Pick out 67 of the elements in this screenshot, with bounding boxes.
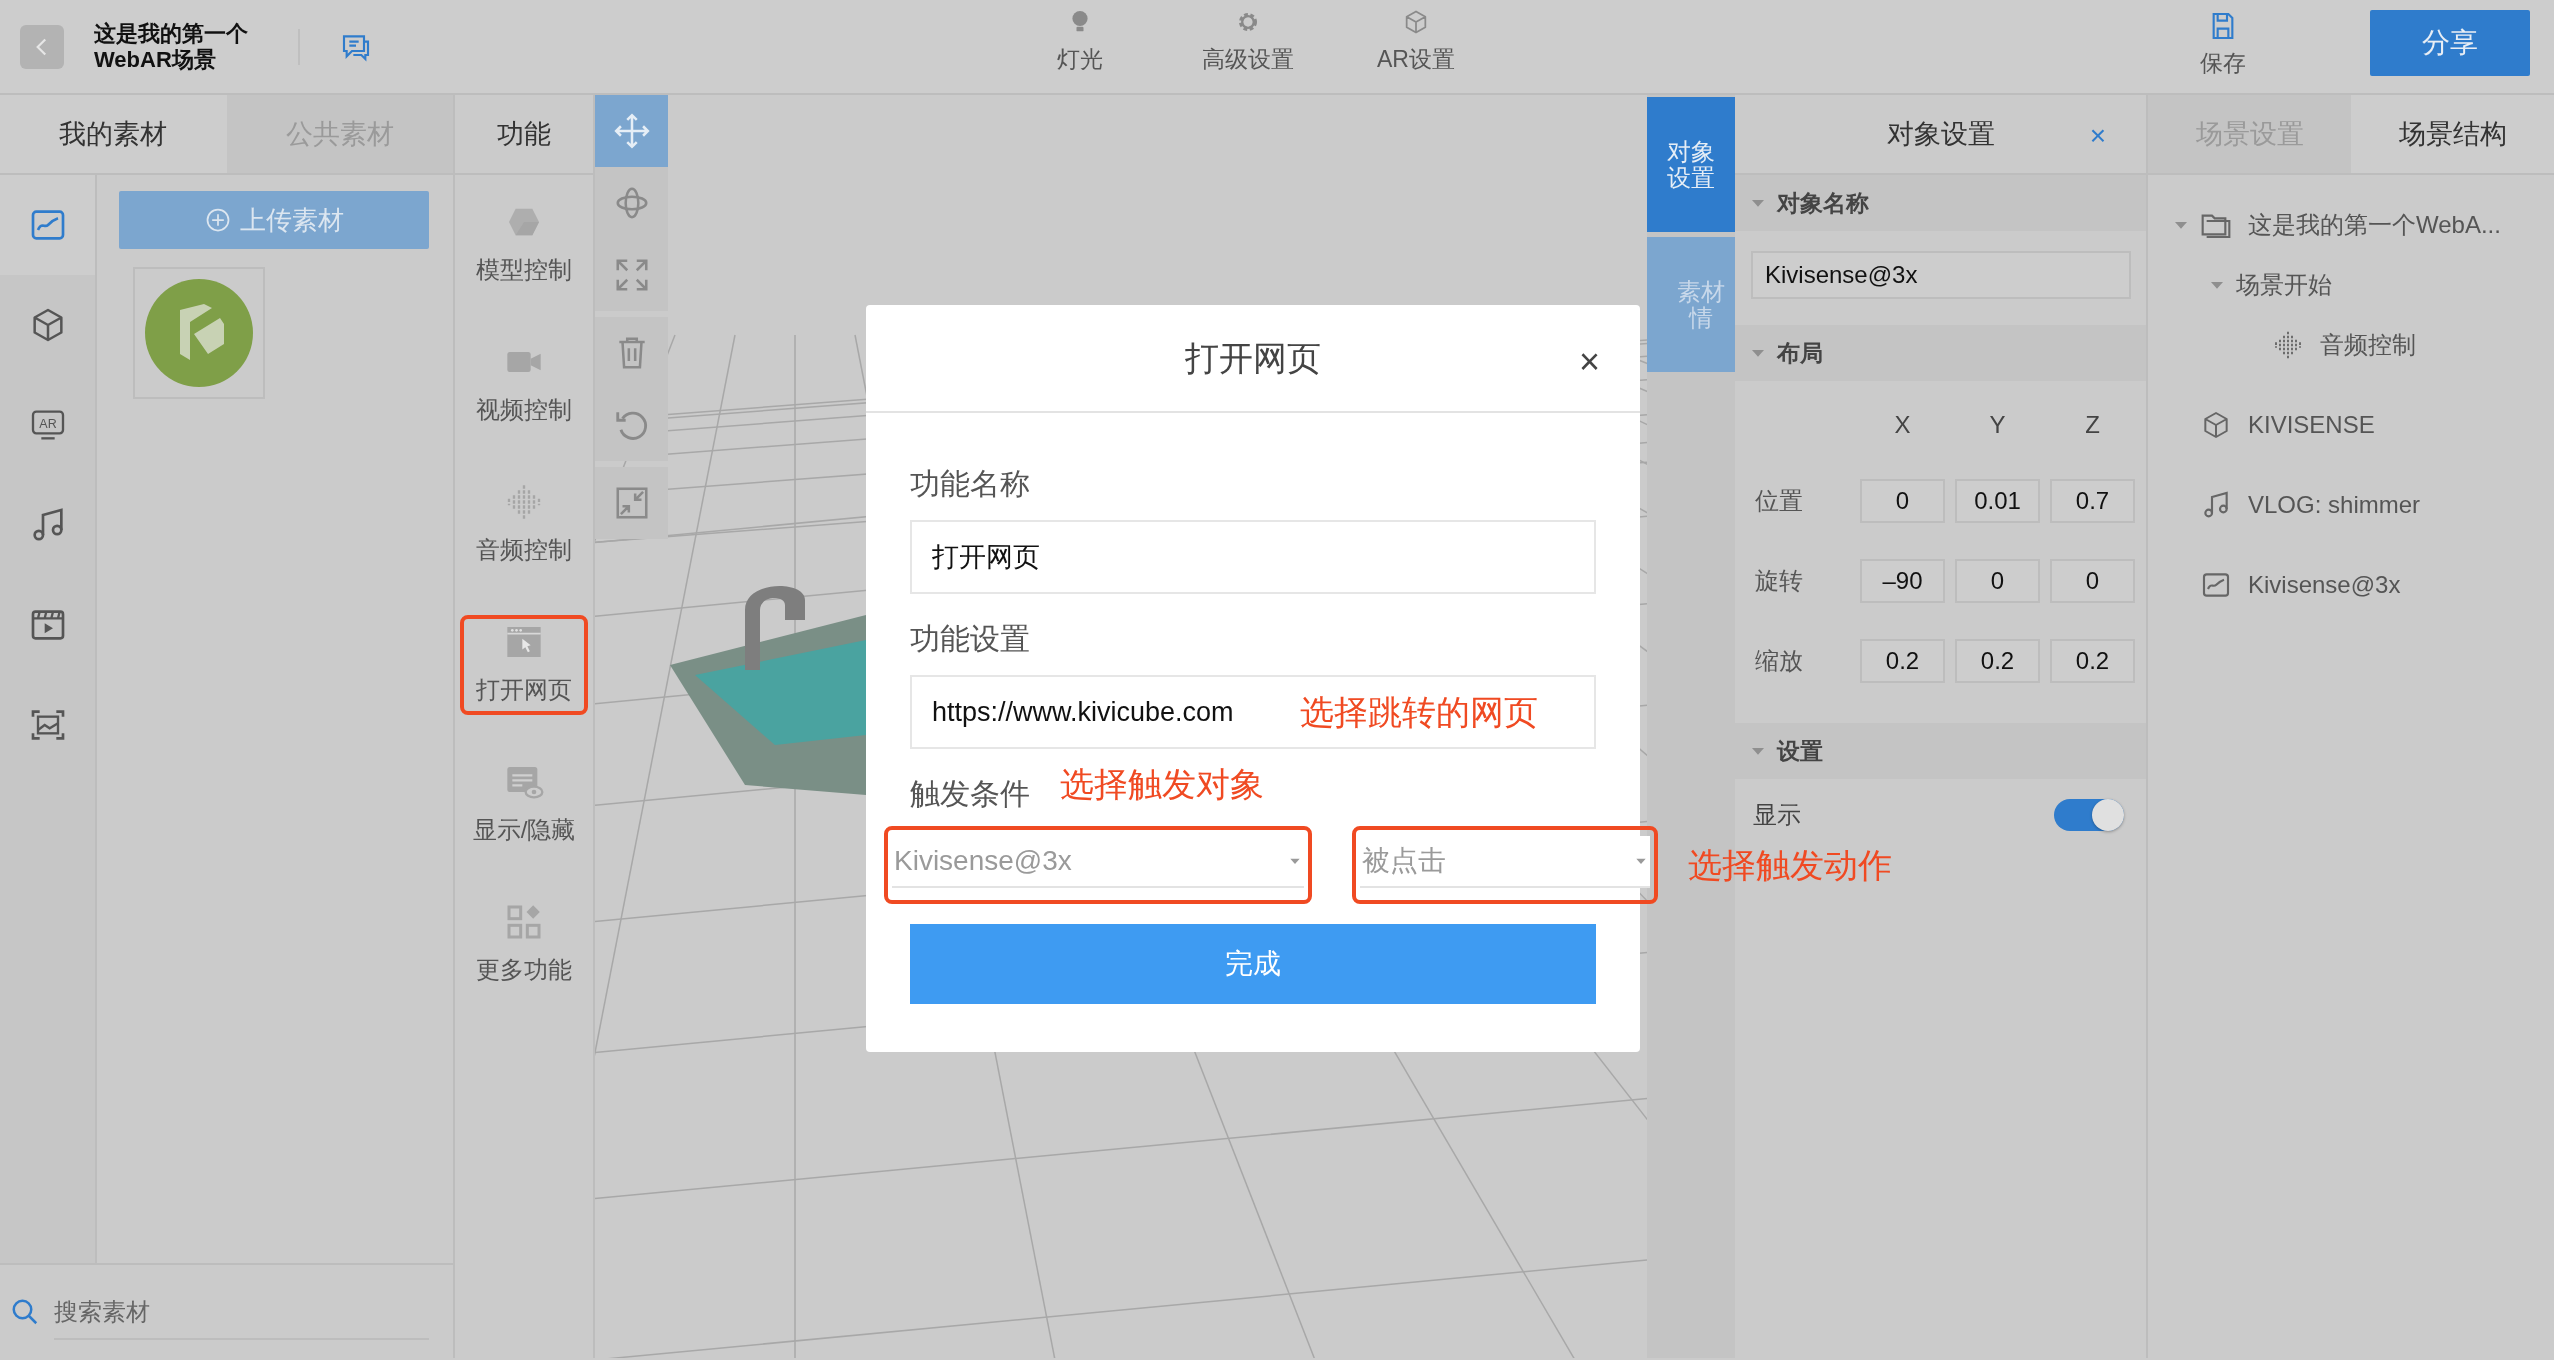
section-header[interactable]: 设置 [1735, 723, 2146, 779]
plus-circle-icon [204, 206, 232, 234]
annotation-text: 选择触发对象 [1060, 764, 1264, 805]
number-field[interactable]: 0.2 [1860, 639, 1945, 683]
function-item[interactable]: 视频控制 [460, 315, 588, 455]
panel-title: 功能 [455, 95, 593, 175]
tool-button[interactable] [595, 95, 668, 167]
input-field[interactable]: 打开网页 [910, 520, 1596, 594]
tree-item[interactable]: 音频控制 [2320, 327, 2416, 363]
number-field[interactable]: 0 [1955, 559, 2040, 603]
field-label: 功能名称 [910, 466, 1031, 502]
select-field[interactable]: 被点击 [1360, 836, 1650, 888]
annotation-text: 选择跳转的网页 [1300, 692, 1538, 733]
field-label: 触发条件 [910, 776, 1030, 812]
row-label: 位置 [1755, 486, 1804, 516]
close-button[interactable]: × [1578, 335, 1600, 389]
function-item[interactable]: 显示/隐藏 [460, 735, 588, 875]
panel-title: 对象设置 [1886, 117, 1995, 151]
tree-item[interactable]: 这是我的第一个WebA... [2248, 207, 2501, 243]
number-field[interactable]: 0 [2050, 559, 2135, 603]
save-button[interactable]: 保存 [2200, 10, 2246, 81]
dialog-title: 打开网页 [1185, 337, 1321, 379]
section-header[interactable]: 布局 [1735, 325, 2146, 381]
number-field[interactable]: 0.01 [1955, 479, 2040, 523]
tree-item[interactable]: Kivisense@3x [2248, 567, 2401, 603]
section-title: 布局 [1777, 338, 1823, 368]
back-button[interactable] [20, 24, 64, 69]
done-button[interactable]: 完成 [910, 924, 1596, 1004]
logo-icon [144, 278, 254, 388]
toolbar-menu-item[interactable]: AR设置 [1341, 8, 1491, 77]
number-field[interactable]: –90 [1860, 559, 1945, 603]
tree-item[interactable]: KIVISENSE [2248, 407, 2375, 443]
section-header[interactable]: 对象名称 [1735, 175, 2146, 231]
toggle-switch[interactable] [2054, 799, 2124, 831]
sound-wave-icon [2272, 329, 2304, 361]
function-item[interactable]: 音频控制 [460, 455, 588, 595]
row-label: 缩放 [1755, 646, 1804, 676]
setting-label: 显示 [1753, 800, 1801, 830]
close-button[interactable]: × [2089, 115, 2106, 157]
axis-label: Y [1988, 410, 2007, 440]
section-title: 设置 [1777, 736, 1823, 766]
axis-label: Z [2084, 410, 2101, 440]
number-field[interactable]: 0.2 [1955, 639, 2040, 683]
asset-category-tab[interactable]: AR [0, 375, 95, 475]
number-field[interactable]: 0 [1860, 479, 1945, 523]
search-field[interactable]: 搜索素材 [54, 1283, 429, 1340]
number-field[interactable]: 0.2 [2050, 639, 2135, 683]
toolbar-menu-item[interactable]: 灯光 [1005, 8, 1155, 77]
scene-title: 这是我的第一个 WebAR场景 [94, 20, 248, 73]
move-arrows-icon [612, 112, 651, 150]
field-label: 功能设置 [910, 621, 1031, 657]
asset-category-tab[interactable] [0, 175, 95, 275]
tree-item[interactable]: VLOG: shimmer [2248, 487, 2421, 523]
section-title: 对象名称 [1777, 188, 1869, 218]
function-item[interactable]: 打开网页 [460, 615, 588, 715]
object-name-field[interactable]: Kivisense@3x [1751, 251, 2131, 299]
function-item[interactable]: 更多功能 [460, 875, 588, 1015]
function-item[interactable]: 模型控制 [460, 175, 588, 315]
share-button[interactable]: 分享 [2370, 10, 2530, 76]
tree-item[interactable]: 场景开始 [2236, 267, 2332, 303]
toolbar-menu-item[interactable]: 高级设置 [1173, 8, 1323, 77]
number-field[interactable]: 0.7 [2050, 479, 2135, 523]
asset-thumbnail[interactable] [133, 267, 265, 399]
annotation-text: 选择触发动作 [1688, 845, 1892, 886]
row-label: 旋转 [1755, 566, 1804, 596]
axis-label: X [1893, 410, 1912, 440]
side-tab[interactable]: 对象 设置 [1647, 97, 1735, 232]
